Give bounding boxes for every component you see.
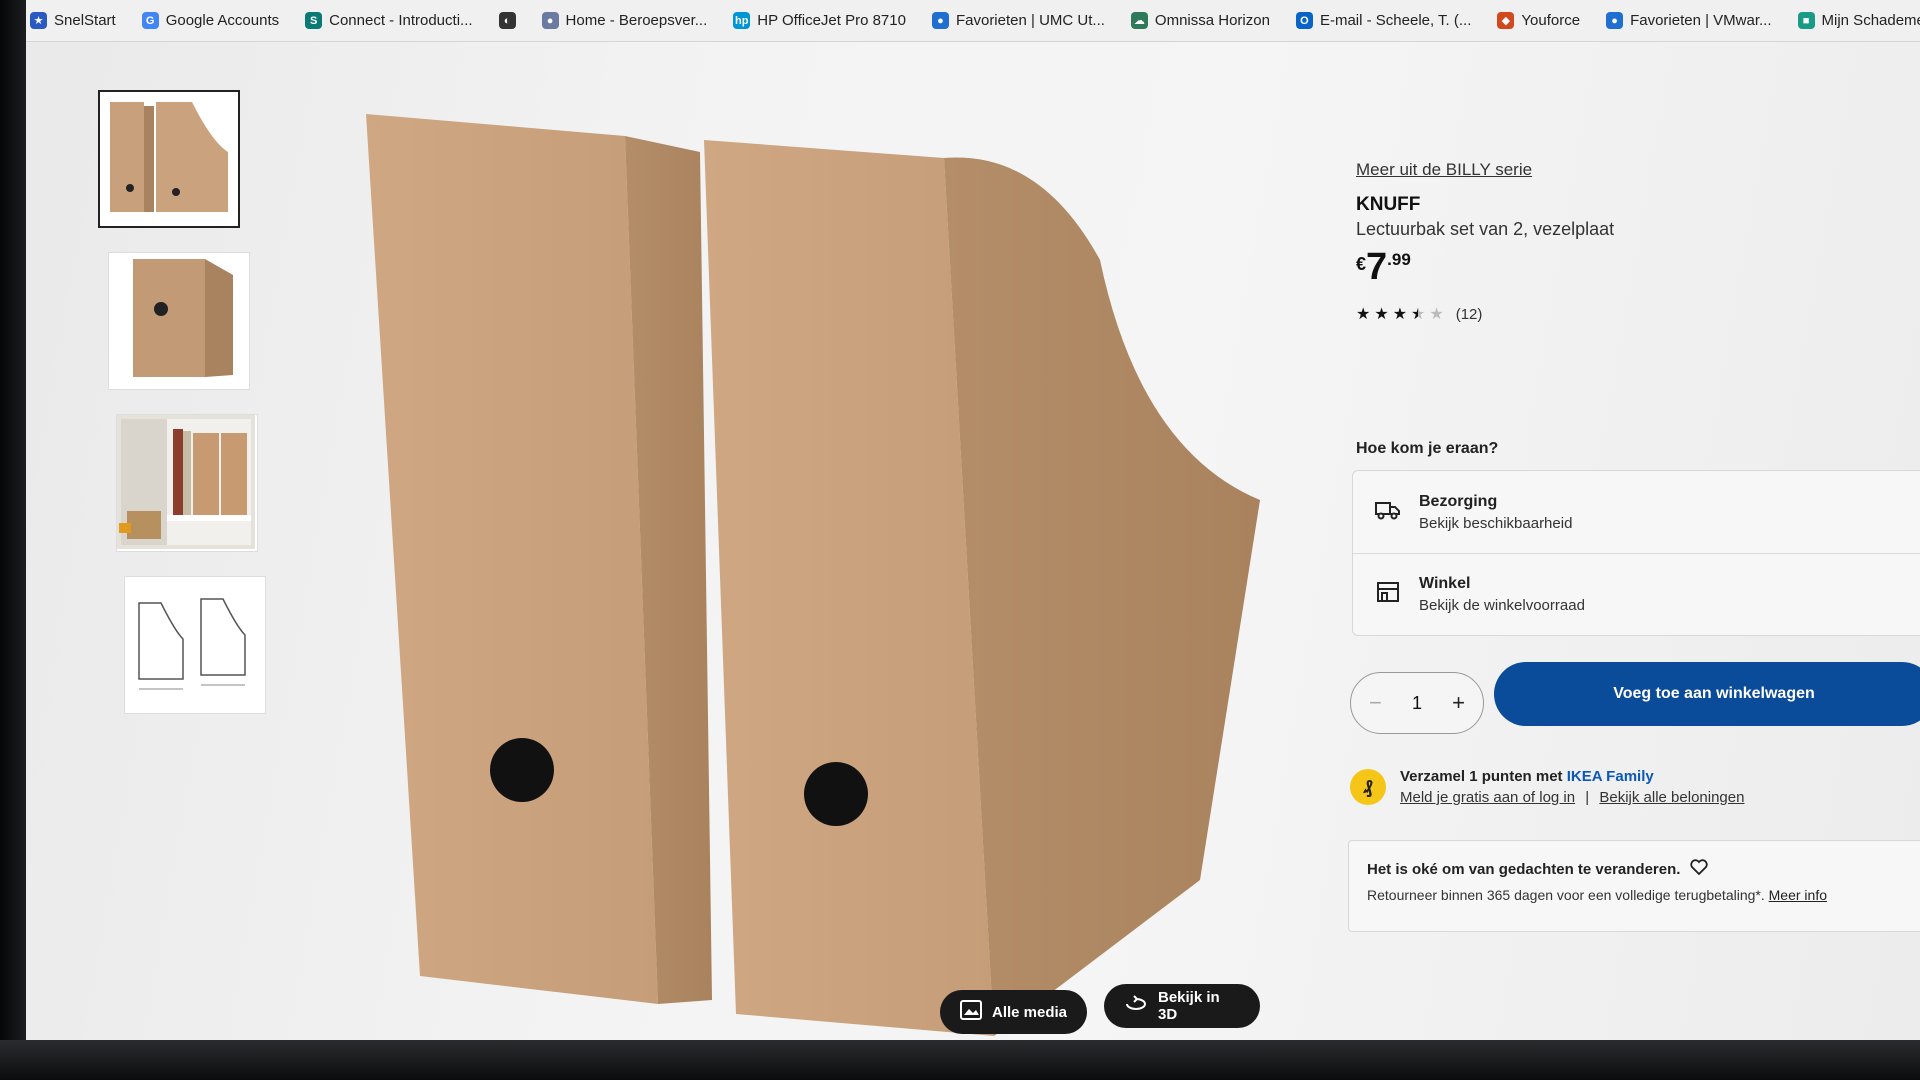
returns-text: Retourneer binnen 365 dagen voor een vol…: [1367, 887, 1909, 903]
family-links: Meld je gratis aan of log in | Bekijk al…: [1400, 789, 1744, 806]
all-media-label: Alle media: [992, 1003, 1068, 1021]
hp-icon: hp: [733, 12, 751, 29]
bookmark-label: Connect - Introducti...: [329, 12, 473, 29]
delivery-options: Bezorging Bekijk beschikbaarheid Winkel …: [1352, 470, 1920, 636]
returns-title-text: Het is oké om van gedachten te verandere…: [1367, 860, 1681, 878]
bookmark-label: SnelStart: [54, 12, 116, 29]
star-full-icon: ★: [1392, 306, 1408, 323]
product-main-image[interactable]: Alle media Bekijk in 3D: [340, 100, 1260, 1040]
add-to-cart-button[interactable]: Voeg toe aan winkelwagen: [1494, 662, 1920, 726]
report-icon: ■: [1797, 12, 1815, 29]
delivery-subtitle: Bekijk beschikbaarheid: [1419, 514, 1573, 532]
view-3d-button[interactable]: Bekijk in 3D: [1104, 984, 1260, 1028]
returns-title: Het is oké om van gedachten te verandere…: [1367, 859, 1909, 879]
bookmarks-bar: ★ SnelStart G Google Accounts S Connect - Int…: [26, 0, 1920, 42]
bookmark-item[interactable]: G Google Accounts: [141, 12, 280, 29]
cloud-icon: ☁: [1130, 12, 1148, 29]
bookmark-label: Home - Beroepsver...: [565, 12, 708, 29]
drop-icon: ●: [1606, 12, 1624, 29]
family-rewards-link[interactable]: Bekijk alle beloningen: [1599, 789, 1744, 806]
price-currency: €: [1356, 254, 1367, 274]
rotate-3d-icon: [1124, 995, 1148, 1017]
family-points-icon: ₰: [1350, 769, 1386, 805]
quantity-value[interactable]: 1: [1412, 693, 1422, 714]
family-login-link[interactable]: Meld je gratis aan of log in: [1400, 789, 1575, 806]
star-full-icon: ★: [1374, 306, 1389, 323]
bookmark-label: HP OfficeJet Pro 8710: [757, 12, 906, 29]
thumbnail-in-shelf[interactable]: [116, 414, 258, 552]
thumbnail-side[interactable]: [108, 252, 250, 390]
thumbnail-list: [98, 90, 278, 738]
product-description: Lectuurbak set van 2, vezelplaat: [1356, 219, 1615, 239]
drop-icon: ●: [931, 12, 949, 29]
truck-icon: [1375, 500, 1401, 525]
delivery-option-winkel[interactable]: Winkel Bekijk de winkelvoorraad: [1353, 553, 1920, 635]
store-title: Winkel: [1419, 575, 1471, 592]
bookmark-item[interactable]: ■ Mijn Schademeldin...: [1797, 12, 1920, 29]
sharepoint-icon: S: [305, 12, 323, 29]
bookmark-item[interactable]: hp HP OfficeJet Pro 8710: [733, 12, 906, 29]
family-points-text: Verzamel 1 punten met IKEA Family: [1400, 768, 1744, 785]
heart-icon: [1690, 859, 1709, 879]
price-integer: 7: [1366, 246, 1388, 288]
family-points-prefix: Verzamel 1 punten met: [1400, 768, 1567, 785]
monitor-bezel-left: [0, 0, 26, 1080]
bookmark-label: Youforce: [1521, 12, 1581, 29]
product-name: KNUFF: [1356, 194, 1421, 215]
quantity-decrease-button[interactable]: −: [1369, 690, 1382, 716]
rating[interactable]: ★ ★ ★ ★ ★ (12): [1356, 304, 1916, 324]
bookmark-label: Omnissa Horizon: [1154, 12, 1270, 29]
star-empty-icon: ★: [1429, 306, 1444, 323]
outlook-icon: O: [1295, 12, 1313, 29]
bookmark-label: Favorieten | UMC Ut...: [955, 12, 1105, 29]
all-media-button[interactable]: Alle media: [940, 990, 1088, 1034]
returns-more-info-link[interactable]: Meer info: [1769, 887, 1827, 903]
view-3d-label: Bekijk in 3D: [1158, 989, 1220, 1023]
site-icon: ●: [541, 12, 559, 29]
price-decimals: .99: [1387, 250, 1411, 269]
delivery-option-bezorging[interactable]: Bezorging Bekijk beschikbaarheid: [1353, 471, 1920, 553]
bookmark-label: Favorieten | VMwar...: [1630, 12, 1772, 29]
bookmark-label: Mijn Schademeldin...: [1821, 12, 1920, 29]
monitor-bezel-bottom: [0, 1040, 1920, 1080]
bookmark-item[interactable]: ☁ Omnissa Horizon: [1130, 12, 1270, 29]
bookmark-item[interactable]: ★ SnelStart: [30, 12, 116, 29]
series-link[interactable]: Meer uit de BILLY serie: [1356, 160, 1916, 180]
bookmark-item[interactable]: ● Favorieten | UMC Ut...: [931, 12, 1105, 29]
returns-info: Het is oké om van gedachten te verandere…: [1348, 840, 1920, 932]
returns-body: Retourneer binnen 365 dagen voor een vol…: [1367, 887, 1769, 903]
bookmark-item[interactable]: ◐: [498, 12, 516, 29]
bookmark-item[interactable]: ● Home - Beroepsver...: [541, 12, 708, 29]
store-subtitle: Bekijk de winkelvoorraad: [1419, 597, 1585, 614]
bookmark-item[interactable]: S Connect - Introducti...: [305, 12, 473, 29]
thumbnail-dimensions[interactable]: [124, 576, 266, 714]
star-full-icon: ★: [1356, 306, 1371, 323]
gallery-icon: [960, 1000, 982, 1024]
star-icon: ★: [30, 12, 47, 29]
delivery-heading: Hoe kom je eraan?: [1356, 440, 1499, 457]
store-icon: [1375, 581, 1401, 608]
bookmark-item[interactable]: ● Favorieten | VMwar...: [1606, 12, 1772, 29]
globe-icon: ◐: [498, 12, 516, 29]
bookmark-label: E-mail - Scheele, T. (...: [1319, 12, 1472, 29]
star-half-icon: ★: [1411, 306, 1426, 323]
quantity-increase-button[interactable]: +: [1452, 690, 1465, 716]
review-count: (12): [1455, 305, 1483, 323]
ikea-family-promo: ₰ Verzamel 1 punten met IKEA Family Meld…: [1350, 768, 1744, 806]
product-price: € 7 .99: [1356, 248, 1916, 286]
family-separator: |: [1585, 789, 1590, 806]
browser-window: ★ SnelStart G Google Accounts S Connect - Int…: [0, 0, 1920, 1058]
product-info-panel: Meer uit de BILLY serie KNUFF Lectuurbak…: [1356, 160, 1916, 324]
quantity-stepper[interactable]: − 1 +: [1350, 672, 1484, 734]
bookmark-item[interactable]: O E-mail - Scheele, T. (...: [1295, 12, 1472, 29]
shield-icon: ◆: [1497, 12, 1515, 29]
ikea-family-brand: IKEA Family: [1566, 768, 1654, 785]
bookmark-label: Google Accounts: [165, 12, 280, 29]
delivery-title: Bezorging: [1419, 492, 1498, 510]
thumbnail-front[interactable]: [98, 90, 240, 228]
bookmark-item[interactable]: ◆ Youforce: [1497, 12, 1580, 29]
google-icon: G: [141, 12, 159, 29]
